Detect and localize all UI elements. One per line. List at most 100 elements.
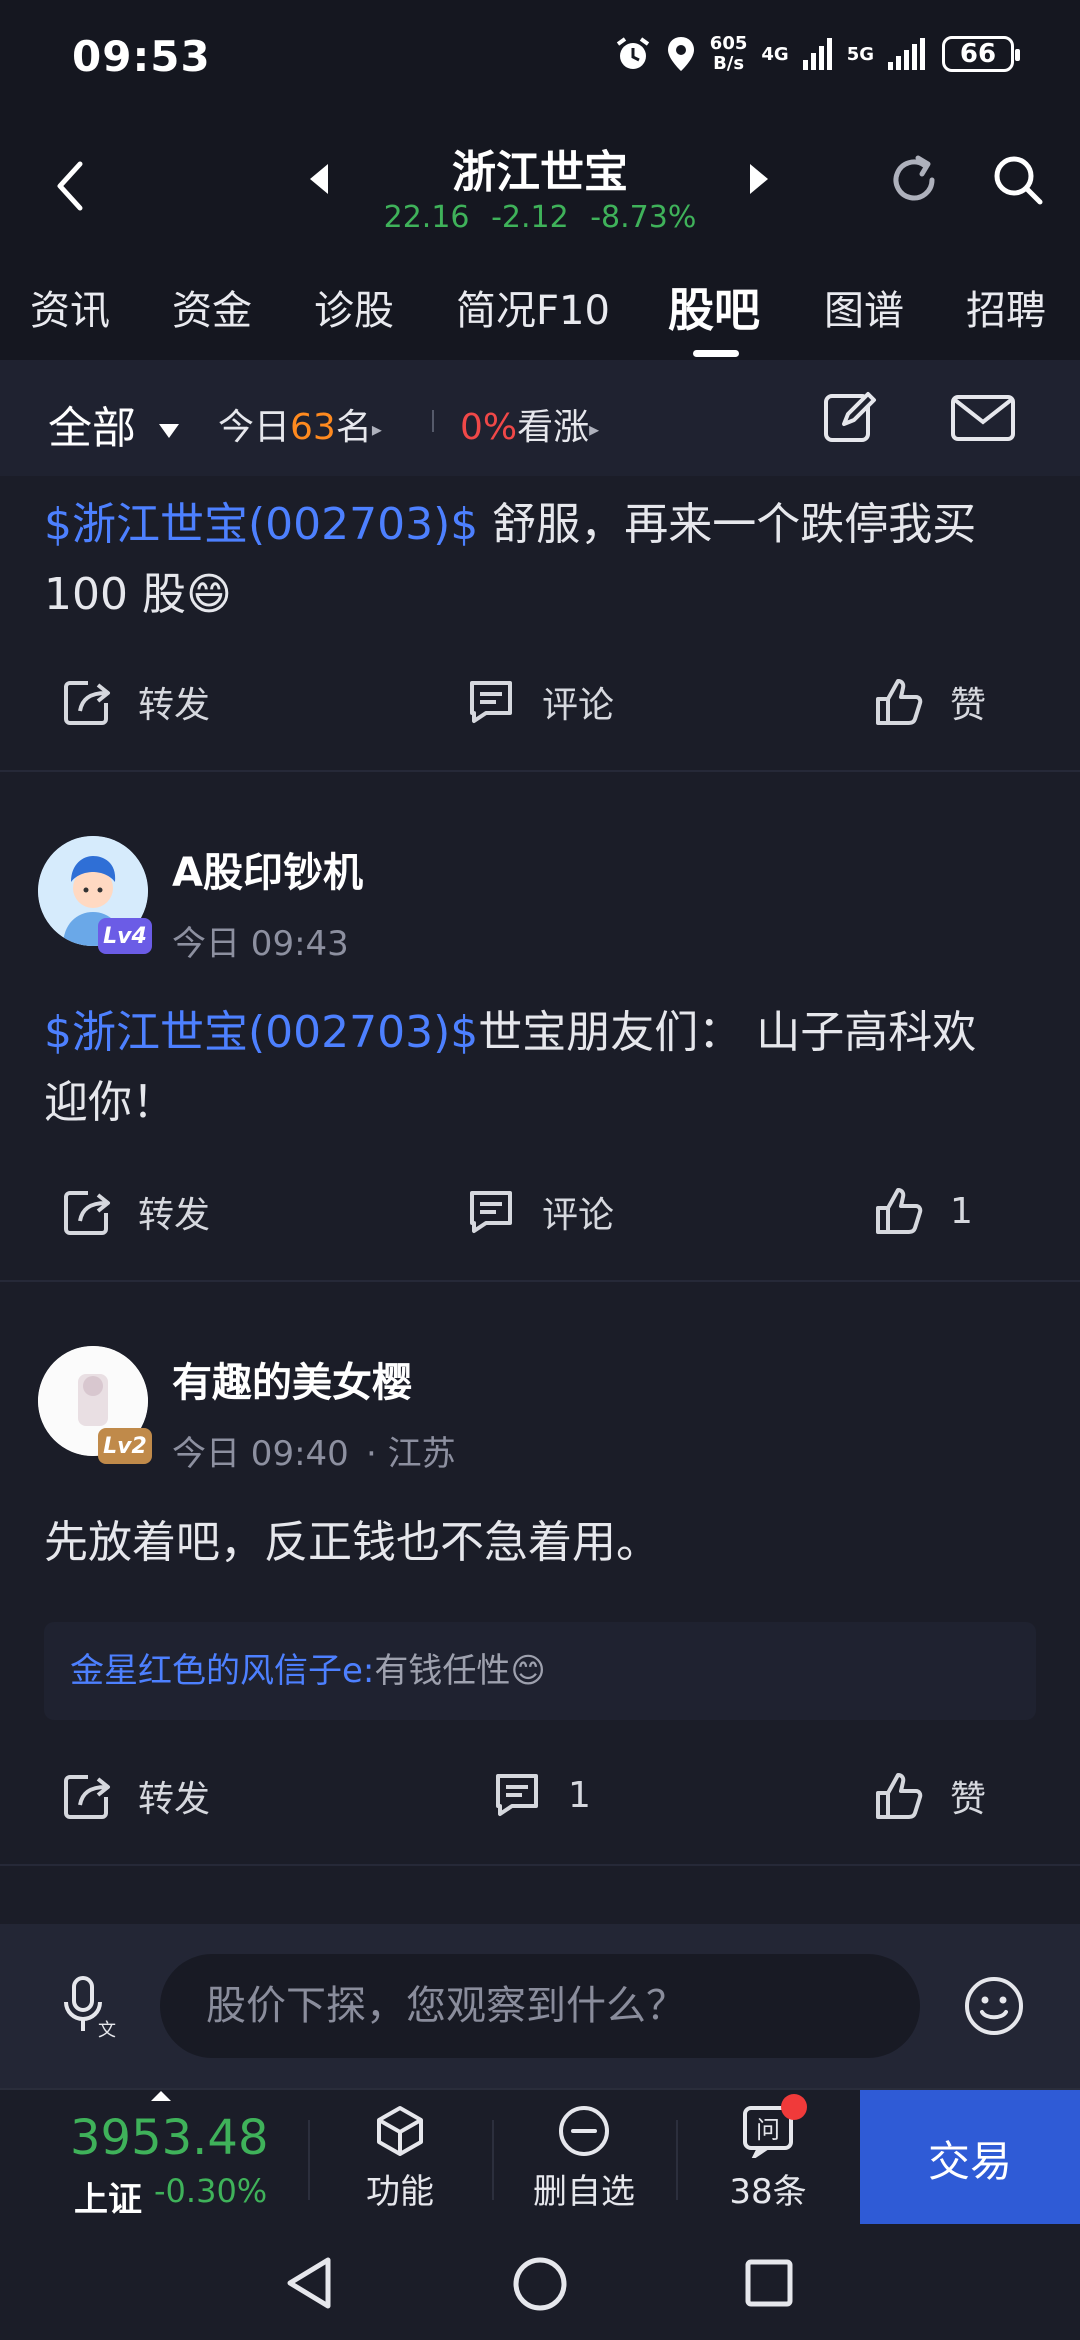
comment-button[interactable]: 1 <box>492 1770 591 1820</box>
next-stock-button[interactable] <box>748 162 770 196</box>
rise-pct: 0% <box>460 407 518 448</box>
share-icon <box>62 1187 112 1237</box>
rise-ratio[interactable]: 0%看涨▸ <box>460 398 599 450</box>
post-time: 今日 09:40 <box>172 1434 349 1474</box>
today-suffix: 名 <box>335 407 372 448</box>
share-button[interactable]: 转发 <box>62 676 210 728</box>
share-label: 转发 <box>138 1779 211 1820</box>
tab-active-indicator <box>693 350 739 357</box>
status-time: 09:53 <box>72 32 211 81</box>
post-content[interactable]: $浙江世宝(002703)$ 舒服，再来一个跌停我买 100 股😄 <box>44 490 1044 630</box>
like-button[interactable]: 赞 <box>874 1770 986 1822</box>
comment-button[interactable]: 评论 <box>466 676 614 728</box>
nav-questions[interactable]: 问 38条 <box>678 2090 858 2226</box>
comment-input[interactable]: 股价下探，您观察到什么？ <box>160 1954 920 2058</box>
location-icon <box>666 35 696 73</box>
signal-4g-label: 4G <box>761 43 789 65</box>
comment-button[interactable]: 评论 <box>466 1186 614 1238</box>
question-icon: 问 <box>741 2093 807 2158</box>
status-icons: 605 B/s 4G 5G 66 <box>614 34 1020 74</box>
today-rank[interactable]: 今日63名▸ <box>218 398 382 450</box>
comment-count: 1 <box>568 1774 591 1816</box>
filter-divider <box>432 410 434 432</box>
username[interactable]: A股印钞机 <box>172 840 363 898</box>
rise-label: 看涨 <box>517 407 590 448</box>
share-button[interactable]: 转发 <box>62 1186 210 1238</box>
tab-funds[interactable]: 资金 <box>172 278 252 336</box>
voice-input-icon[interactable]: 文 <box>60 1976 116 2038</box>
comment-icon <box>466 677 516 727</box>
comment-label: 评论 <box>542 685 615 726</box>
nav-recents-icon[interactable] <box>744 2258 794 2308</box>
tab-forum[interactable]: 股吧 <box>668 274 760 340</box>
stock-mention-link[interactable]: $浙江世宝(002703)$ <box>44 1007 478 1058</box>
trade-button[interactable]: 交易 <box>860 2090 1080 2226</box>
signal-bars-icon <box>888 38 928 70</box>
comment-icon <box>492 1770 542 1820</box>
like-label: 赞 <box>950 685 987 726</box>
tab-news[interactable]: 资讯 <box>30 278 110 336</box>
post-content[interactable]: 先放着吧，反正钱也不急着用。 <box>44 1508 1044 1578</box>
tab-f10[interactable]: 简况F10 <box>456 278 610 336</box>
stock-change-pct: -8.73% <box>590 200 697 235</box>
reply-preview[interactable]: 金星红色的风信子e:有钱任性😊 <box>44 1622 1036 1720</box>
nav-functions[interactable]: 功能 <box>310 2090 490 2226</box>
post-text-line: 舒服，再来一个跌停我买 <box>478 499 977 550</box>
tab-diagnosis[interactable]: 诊股 <box>314 278 394 336</box>
minus-circle-icon <box>557 2104 611 2158</box>
nav-questions-label: 38条 <box>729 2171 807 2212</box>
post-time: 今日 09:43 <box>172 924 349 964</box>
status-bar: 09:53 605 B/s 4G 5G 66 <box>0 0 1080 120</box>
net-speed: 605 B/s <box>710 34 748 74</box>
nav-remove-watchlist[interactable]: 删自选 <box>494 2090 674 2226</box>
signal-bars-icon <box>802 38 833 70</box>
stock-change: -2.12 <box>491 200 569 235</box>
post-content[interactable]: $浙江世宝(002703)$世宝朋友们： 山子高科欢 迎你！ <box>44 998 1044 1138</box>
tab-bar: 资讯 资金 诊股 简况F10 股吧 图谱 招聘 <box>0 270 1080 360</box>
tab-recruit[interactable]: 招聘 <box>966 278 1046 336</box>
mail-icon[interactable] <box>950 394 1016 442</box>
caret-right-icon: ▸ <box>371 417 382 441</box>
nav-home-icon[interactable] <box>512 2256 568 2312</box>
caret-up-icon <box>150 2090 172 2102</box>
stock-mention-link[interactable]: $浙江世宝(002703)$ <box>44 499 478 550</box>
like-label: 赞 <box>950 1779 987 1820</box>
cube-icon <box>373 2104 427 2158</box>
caret-down-icon <box>158 423 180 439</box>
share-label: 转发 <box>138 1195 211 1236</box>
filter-all-label: 全部 <box>48 403 136 454</box>
comment-input-bar: 文 股价下探，您观察到什么？ <box>0 1924 1080 2088</box>
stock-header: 浙江世宝 22.16 -2.12 -8.73% 资讯 资金 诊股 简况F10 股… <box>0 120 1080 360</box>
like-button[interactable]: 赞 <box>874 676 986 728</box>
alarm-icon <box>614 35 652 73</box>
emoji-icon[interactable] <box>962 1974 1026 2038</box>
system-nav-bar <box>0 2224 1080 2340</box>
share-icon <box>62 677 112 727</box>
thumbs-up-icon <box>874 1186 924 1236</box>
post-location: · 江苏 <box>366 1434 456 1474</box>
tab-graph[interactable]: 图谱 <box>824 278 904 336</box>
like-button[interactable]: 1 <box>874 1186 973 1236</box>
caret-right-icon: ▸ <box>589 417 600 441</box>
index-name: 上证 <box>74 2180 142 2220</box>
comment-label: 评论 <box>542 1195 615 1236</box>
net-speed-value: 605 <box>709 33 748 54</box>
search-icon[interactable] <box>990 152 1046 208</box>
reply-author[interactable]: 金星红色的风信子e: <box>70 1651 374 1691</box>
svg-text:文: 文 <box>98 2020 116 2038</box>
reply-text: 有钱任性😊 <box>374 1651 546 1691</box>
nav-back-icon[interactable] <box>284 2256 334 2310</box>
username[interactable]: 有趣的美女樱 <box>172 1350 412 1408</box>
share-button[interactable]: 转发 <box>62 1770 210 1822</box>
post-text-line: 100 股😄 <box>44 569 232 620</box>
thumbs-up-icon <box>874 1771 924 1821</box>
comment-icon <box>466 1187 516 1237</box>
filter-all-dropdown[interactable]: 全部 <box>48 392 180 456</box>
post-divider <box>0 770 1080 772</box>
post-text-line: 世宝朋友们： 山子高科欢 <box>478 1007 977 1058</box>
post-text-line: 迎你！ <box>44 1077 176 1128</box>
compose-icon[interactable] <box>822 388 878 444</box>
refresh-icon[interactable] <box>884 150 944 210</box>
post-divider <box>0 1864 1080 1866</box>
like-count: 1 <box>950 1190 973 1232</box>
